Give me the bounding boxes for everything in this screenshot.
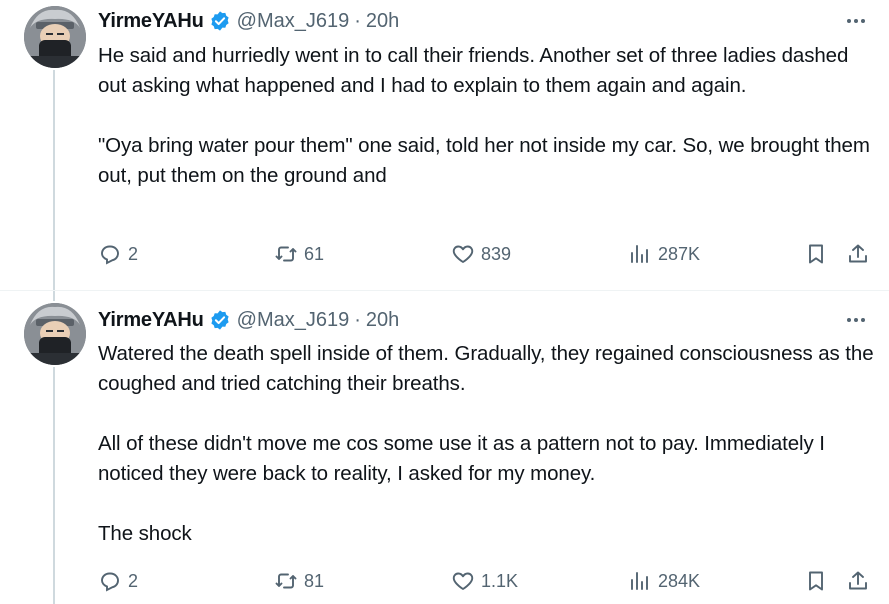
tweet-text: He said and hurriedly went in to call th…	[98, 41, 878, 191]
views-button[interactable]: 287K	[628, 239, 700, 269]
repost-count: 61	[304, 243, 325, 264]
share-icon	[849, 571, 867, 590]
like-icon	[452, 572, 474, 590]
author-name[interactable]: YirmeYAHu	[98, 309, 204, 332]
verified-badge-icon	[209, 309, 231, 331]
share-button[interactable]	[846, 566, 870, 596]
thread-line	[53, 367, 55, 604]
repost-button[interactable]: 81	[274, 566, 324, 596]
bookmark-icon	[809, 571, 823, 591]
bookmark-button[interactable]	[804, 239, 828, 269]
views-button[interactable]: 284K	[628, 566, 700, 596]
repost-count: 81	[304, 570, 325, 591]
views-icon	[631, 245, 648, 263]
reply-icon	[101, 572, 119, 592]
avatar[interactable]	[24, 303, 86, 365]
author-name[interactable]: YirmeYAHu	[98, 10, 204, 33]
more-icon[interactable]	[843, 8, 869, 34]
avatar[interactable]	[24, 6, 86, 68]
timestamp[interactable]: 20h	[366, 309, 399, 332]
author-handle[interactable]: @Max_J619	[237, 309, 350, 332]
tweet-text: Watered the death spell inside of them. …	[98, 339, 878, 549]
action-bar: 2 81 1.1K 284K	[98, 566, 875, 596]
reply-button[interactable]: 2	[98, 566, 138, 596]
reply-button[interactable]: 2	[98, 239, 138, 269]
repost-button[interactable]: 61	[274, 239, 324, 269]
like-icon	[452, 245, 474, 263]
thread-line	[53, 291, 55, 301]
tweet-paragraph: All of these didn't move me cos some use…	[98, 432, 825, 485]
tweet-paragraph: Watered the death spell inside of them. …	[98, 342, 874, 395]
separator-dot: ·	[354, 9, 361, 32]
like-button[interactable]: 1.1K	[451, 566, 518, 596]
tweet-header: YirmeYAHu @Max_J619 · 20h	[98, 307, 869, 333]
reply-icon	[101, 245, 119, 265]
action-bar: 2 61 839 287K	[98, 239, 875, 269]
tweet[interactable]: YirmeYAHu @Max_J619 · 20h He said and hu…	[0, 0, 889, 290]
like-count: 839	[481, 243, 512, 264]
timestamp[interactable]: 20h	[366, 10, 399, 33]
views-count: 284K	[658, 570, 701, 591]
reply-count: 2	[128, 243, 139, 264]
share-icon	[849, 244, 867, 263]
tweet-paragraph: "Oya bring water pour them" one said, to…	[98, 134, 870, 187]
tweet-paragraph: He said and hurriedly went in to call th…	[98, 44, 849, 97]
thread-line	[53, 70, 55, 290]
tweet-paragraph: The shock	[98, 522, 192, 545]
views-count: 287K	[658, 243, 701, 264]
tweet-header: YirmeYAHu @Max_J619 · 20h	[98, 8, 869, 34]
verified-badge-icon	[209, 10, 231, 32]
more-icon[interactable]	[843, 307, 869, 333]
like-button[interactable]: 839	[451, 239, 511, 269]
bookmark-button[interactable]	[804, 566, 828, 596]
bookmark-icon	[809, 244, 823, 264]
share-button[interactable]	[846, 239, 870, 269]
repost-icon	[275, 246, 297, 262]
like-count: 1.1K	[481, 570, 519, 591]
views-icon	[631, 572, 648, 590]
tweet[interactable]: YirmeYAHu @Max_J619 · 20h Watered the de…	[0, 290, 889, 604]
reply-count: 2	[128, 570, 139, 591]
author-handle[interactable]: @Max_J619	[237, 10, 350, 33]
repost-icon	[275, 573, 297, 589]
separator-dot: ·	[354, 308, 361, 331]
